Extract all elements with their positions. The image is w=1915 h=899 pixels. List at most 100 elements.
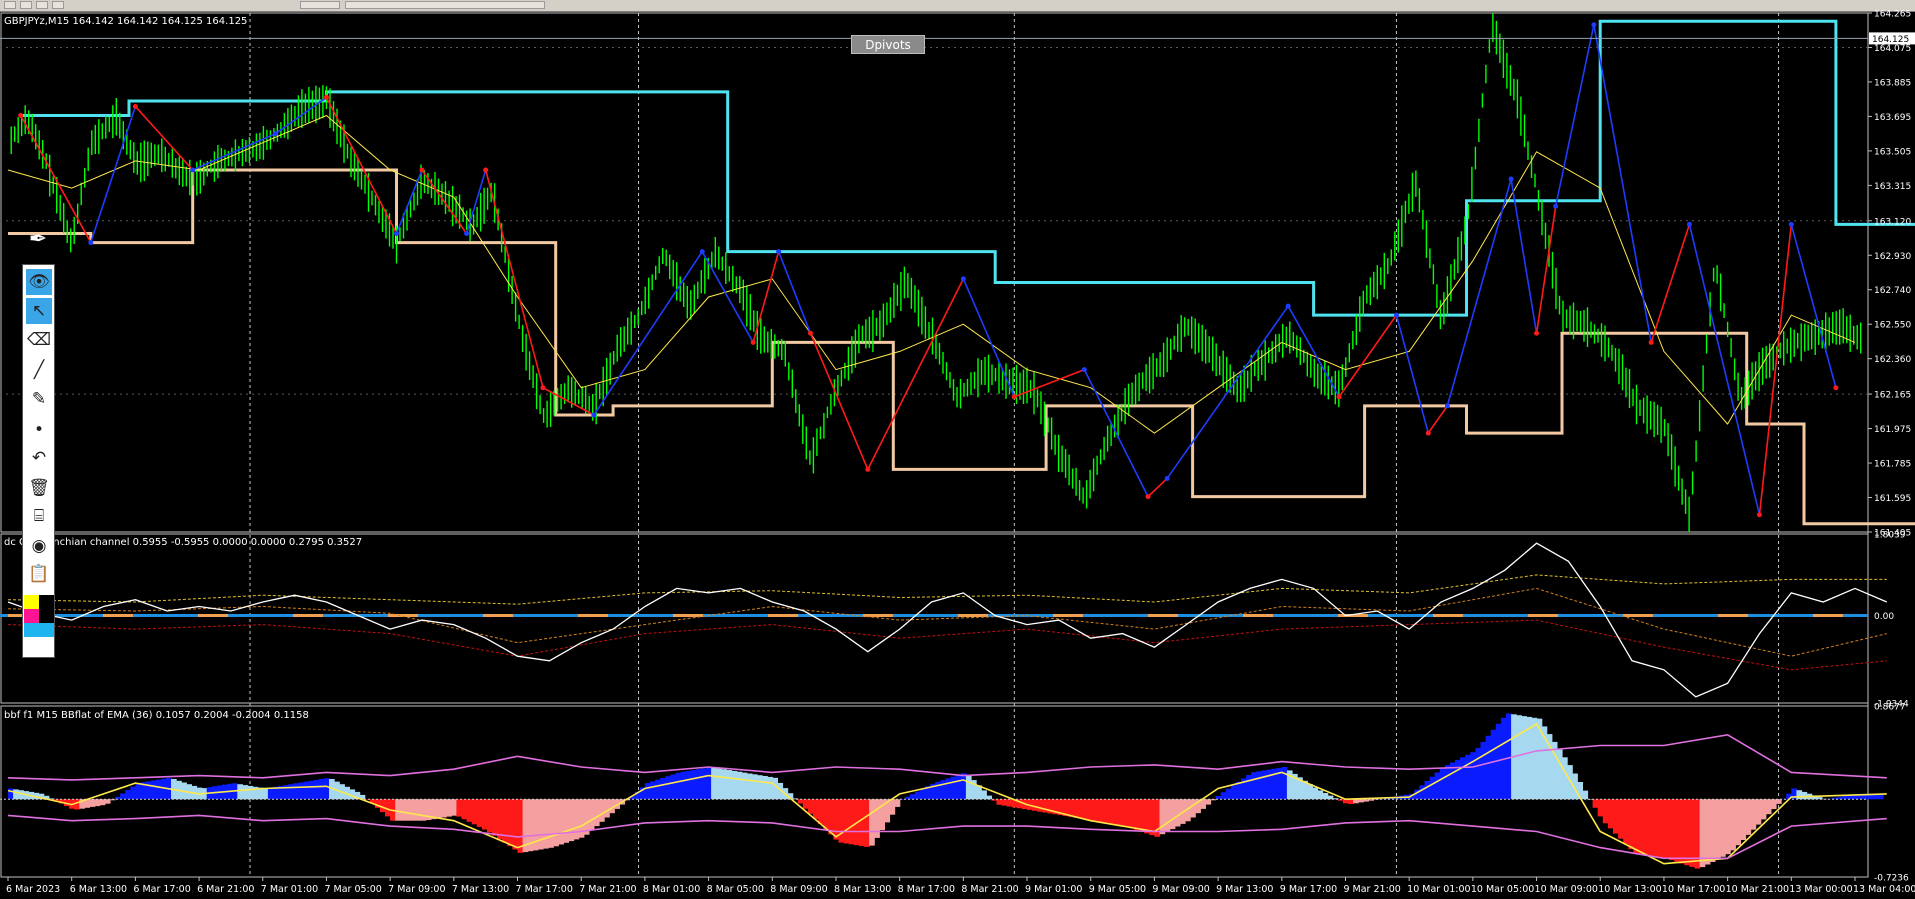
x-tick-label: 8 Mar 05:00	[707, 884, 764, 895]
color-swatch[interactable]	[24, 609, 39, 623]
color-swatch[interactable]	[24, 595, 39, 609]
histogram-bar	[1164, 799, 1171, 832]
histogram-bar	[1460, 757, 1466, 800]
dpivots-button[interactable]: Dpivots	[851, 35, 925, 54]
zigzag-pivot-point	[540, 385, 546, 391]
zigzag-pivot-point	[591, 412, 597, 418]
histogram-bar	[1679, 799, 1685, 864]
x-tick-label: 8 Mar 01:00	[643, 884, 700, 895]
histogram-bar	[1256, 771, 1262, 800]
histogram-bar	[1444, 765, 1451, 800]
histogram-bar	[1704, 799, 1711, 865]
histogram-bar	[1765, 799, 1772, 815]
eye-icon[interactable]: 👁	[26, 269, 52, 295]
histogram-bar	[1720, 799, 1726, 857]
pivot-high-line	[20, 19, 1915, 317]
histogram-bar	[1582, 790, 1589, 800]
x-tick-label: 9 Mar 09:00	[1152, 884, 1209, 895]
histogram-bar	[242, 785, 249, 800]
histogram-bar	[731, 770, 738, 800]
stamp-icon[interactable]: ⌸	[26, 503, 52, 529]
histogram-bar	[410, 799, 417, 821]
zigzag-pivot-point	[960, 276, 966, 282]
histogram-bar	[1770, 799, 1777, 810]
histogram-bar	[833, 799, 840, 840]
marker-icon[interactable]: ✎	[26, 386, 52, 412]
histogram-bar	[1225, 788, 1232, 800]
color-swatch[interactable]	[39, 595, 54, 609]
zigzag-pivot-point	[807, 330, 813, 336]
trash-icon[interactable]: 🗑	[26, 475, 52, 501]
pen-icon[interactable]: ✒	[26, 228, 50, 252]
x-tick-label: 7 Mar 01:00	[261, 884, 318, 895]
histogram-bar	[1475, 747, 1482, 800]
histogram-bar	[267, 787, 274, 800]
histogram-bar	[318, 779, 325, 800]
histogram-bar	[1144, 799, 1150, 834]
zigzag-segment	[1446, 178, 1512, 407]
histogram-bar	[1322, 793, 1329, 800]
zigzag-pivot-point	[1686, 221, 1692, 227]
dot-icon[interactable]: •	[26, 417, 52, 443]
histogram-bar	[1032, 799, 1038, 811]
histogram-bar	[751, 774, 758, 800]
line-icon[interactable]: ╱	[26, 357, 52, 383]
histogram-bar	[466, 799, 473, 822]
histogram-bar	[940, 780, 947, 800]
histogram-bar	[965, 775, 972, 800]
zigzag-segment	[1593, 24, 1652, 343]
zigzag-pivot-point	[88, 240, 94, 246]
histogram-bar	[700, 768, 707, 800]
histogram-bar	[517, 799, 524, 853]
zigzag-pivot-point	[1425, 430, 1431, 436]
histogram-bar	[262, 788, 269, 800]
undo-icon[interactable]: ↶	[26, 445, 52, 471]
histogram-bar	[1251, 772, 1257, 800]
histogram-bar	[104, 799, 111, 804]
color-swatch[interactable]	[39, 623, 54, 637]
histogram-bar	[1648, 799, 1655, 856]
histogram-bar	[1745, 799, 1752, 835]
histogram-bar	[125, 790, 131, 800]
x-tick-label: 9 Mar 13:00	[1216, 884, 1273, 895]
histogram-bar	[405, 799, 412, 821]
histogram-bar	[74, 799, 80, 810]
histogram-bar	[1149, 799, 1155, 836]
histogram-bar	[1215, 796, 1222, 800]
y-tick-label: 164.265	[1874, 10, 1911, 20]
histogram-bar	[507, 799, 513, 847]
zigzag-segment	[325, 97, 398, 234]
histogram-bar	[1434, 772, 1441, 800]
histogram-bar	[1083, 799, 1089, 820]
x-tick-label: 9 Mar 17:00	[1280, 884, 1337, 895]
x-tick-label: 6 Mar 21:00	[197, 884, 254, 895]
color-swatch[interactable]	[24, 623, 39, 637]
zigzag-pivot-point	[1011, 394, 1017, 400]
zigzag-segment	[1395, 314, 1430, 434]
y-tick-label: 162.165	[1874, 391, 1911, 401]
color-swatch[interactable]	[39, 609, 54, 623]
histogram-bar	[1159, 799, 1166, 835]
camera-icon[interactable]: ◉	[26, 533, 52, 559]
histogram-bar	[583, 799, 590, 835]
x-tick-label: 7 Mar 13:00	[452, 884, 509, 895]
histogram-bar	[563, 799, 570, 843]
x-tick-label: 6 Mar 17:00	[133, 884, 190, 895]
eraser-tag-icon[interactable]: ⌫	[26, 327, 52, 353]
clipboard-icon[interactable]: 📋	[26, 561, 52, 587]
histogram-bar	[1134, 799, 1140, 830]
cursor-arrow-icon[interactable]: ↖	[26, 298, 52, 324]
histogram-bar	[1001, 799, 1008, 806]
histogram-bar	[1353, 799, 1359, 804]
histogram-bar	[1735, 799, 1741, 846]
x-tick-label: 8 Mar 21:00	[961, 884, 1018, 895]
histogram-bar	[1307, 784, 1313, 800]
histogram-bar	[1317, 790, 1324, 800]
histogram-bar	[568, 799, 575, 842]
histogram-bar	[1480, 741, 1487, 800]
chart-canvas[interactable]: 164.125164.265164.075163.885163.695163.5…	[0, 0, 1915, 899]
histogram-bar	[1113, 799, 1120, 825]
histogram-bar	[864, 799, 870, 847]
histogram-bar	[1037, 799, 1043, 812]
zigzag-pivot-point	[1444, 403, 1450, 409]
